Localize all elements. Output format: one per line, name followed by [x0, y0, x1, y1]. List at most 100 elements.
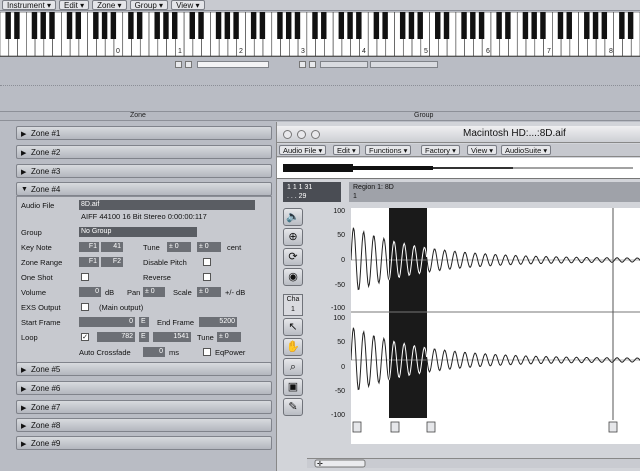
minimize-window-button[interactable]: [297, 130, 306, 139]
start-frame-field[interactable]: 0: [79, 317, 135, 327]
menu-factory[interactable]: Factory ▾: [421, 145, 460, 155]
black-key[interactable]: [136, 12, 143, 39]
zone-marker[interactable]: [185, 61, 192, 68]
black-key[interactable]: [584, 12, 590, 39]
zone-marker[interactable]: [299, 61, 306, 68]
window-titlebar[interactable]: Macintosh HD:...:8D.aif: [277, 126, 640, 143]
black-key[interactable]: [285, 12, 292, 39]
disclosure-triangle-icon[interactable]: ▶: [21, 385, 26, 393]
black-key[interactable]: [172, 12, 178, 39]
zone-header-9[interactable]: ▶ Zone #9: [16, 436, 272, 450]
black-key[interactable]: [31, 12, 38, 39]
end-frame-field[interactable]: 5200: [199, 317, 237, 327]
zone-header-7[interactable]: ▶ Zone #7: [16, 400, 272, 414]
menu-audio-file[interactable]: Audio File ▾: [279, 145, 327, 155]
black-key[interactable]: [154, 12, 160, 39]
menu-zone[interactable]: Zone ▾: [92, 0, 127, 10]
black-key[interactable]: [496, 12, 502, 39]
loop-start-marker-icon[interactable]: [390, 421, 400, 433]
zone-marker[interactable]: [309, 61, 316, 68]
menu-audiosuite[interactable]: AudioSuite ▾: [501, 145, 552, 155]
black-key[interactable]: [93, 12, 99, 39]
zone-range-high-field[interactable]: F2: [101, 257, 123, 267]
black-key[interactable]: [540, 12, 546, 39]
zone-header-3[interactable]: ▶ Zone #3: [16, 164, 272, 178]
tune-field-fine[interactable]: ± 0: [197, 242, 221, 252]
zone-header-1[interactable]: ▶ Zone #1: [16, 126, 272, 140]
end-marker-icon[interactable]: [608, 421, 618, 433]
black-key[interactable]: [40, 12, 46, 39]
black-key[interactable]: [522, 12, 529, 39]
black-key[interactable]: [478, 12, 485, 39]
black-key[interactable]: [399, 12, 406, 39]
pointer-tool-icon[interactable]: ↖: [283, 318, 303, 336]
pencil-tool-icon[interactable]: ✎: [283, 398, 303, 416]
disclosure-triangle-icon[interactable]: ▶: [21, 422, 26, 430]
loop-start-field[interactable]: 782: [97, 332, 135, 342]
black-key[interactable]: [66, 12, 73, 39]
tune-field-coarse[interactable]: ± 0: [167, 242, 191, 252]
black-key[interactable]: [470, 12, 476, 39]
start-marker-icon[interactable]: [352, 421, 362, 433]
black-key[interactable]: [259, 12, 266, 39]
black-key[interactable]: [601, 12, 608, 39]
black-key[interactable]: [163, 12, 169, 39]
zone-range-bar[interactable]: [320, 61, 368, 68]
key-note-number-field[interactable]: 41: [101, 242, 123, 252]
black-key[interactable]: [101, 12, 108, 39]
black-key[interactable]: [619, 12, 625, 39]
black-key[interactable]: [592, 12, 599, 39]
black-key[interactable]: [321, 12, 327, 39]
menu-editor-edit[interactable]: Edit ▾: [333, 145, 360, 155]
black-key[interactable]: [14, 12, 20, 39]
zoom-in-tool-icon[interactable]: ⊕: [283, 228, 303, 246]
black-key[interactable]: [189, 12, 195, 39]
black-key[interactable]: [277, 12, 283, 39]
black-key[interactable]: [75, 12, 82, 39]
hand-tool-icon[interactable]: ✋: [283, 338, 303, 356]
disclosure-triangle-icon[interactable]: ▶: [21, 440, 26, 448]
black-key[interactable]: [49, 12, 55, 39]
zone-header-4[interactable]: ▼ Zone #4: [16, 182, 272, 196]
black-key[interactable]: [557, 12, 564, 39]
key-note-field[interactable]: F1: [79, 242, 99, 252]
black-key[interactable]: [417, 12, 423, 39]
zone-header-6[interactable]: ▶ Zone #6: [16, 381, 272, 395]
magnifier-tool-icon[interactable]: ⌕: [283, 358, 303, 376]
black-key[interactable]: [110, 12, 117, 39]
menu-instrument[interactable]: Instrument ▾: [2, 0, 57, 10]
waveform-display[interactable]: [351, 208, 640, 444]
menu-edit[interactable]: Edit ▾: [59, 0, 90, 10]
black-key[interactable]: [250, 12, 257, 39]
black-key[interactable]: [198, 12, 204, 39]
black-key[interactable]: [435, 12, 441, 39]
black-key[interactable]: [566, 12, 572, 39]
volume-field[interactable]: 0: [79, 287, 101, 297]
one-shot-checkbox[interactable]: [81, 273, 89, 281]
black-key[interactable]: [224, 12, 231, 39]
disclosure-triangle-icon[interactable]: ▶: [21, 130, 26, 138]
disclosure-triangle-icon[interactable]: ▶: [21, 168, 26, 176]
close-window-button[interactable]: [283, 130, 292, 139]
speaker-tool-icon[interactable]: 🔈: [283, 208, 303, 226]
black-key[interactable]: [5, 12, 11, 39]
audio-file-field[interactable]: 8D.aif: [79, 200, 255, 210]
black-key[interactable]: [233, 12, 239, 39]
reverse-checkbox[interactable]: [203, 273, 211, 281]
zone-range-bar[interactable]: [370, 61, 438, 68]
loop-end-field[interactable]: 1541: [153, 332, 191, 342]
crossfade-field[interactable]: 0: [143, 347, 165, 357]
loop-checkbox[interactable]: ✓: [81, 333, 89, 341]
zone-range-low-field[interactable]: F1: [79, 257, 99, 267]
black-key[interactable]: [373, 12, 380, 39]
black-key[interactable]: [356, 12, 362, 39]
black-key[interactable]: [627, 12, 634, 39]
black-key[interactable]: [461, 12, 467, 39]
loop-end-marker-icon[interactable]: [426, 421, 436, 433]
loop-selection[interactable]: [389, 208, 427, 418]
channel-box[interactable]: Cha 1: [283, 294, 303, 316]
pan-field[interactable]: ± 0: [143, 287, 165, 297]
zone-marker[interactable]: [175, 61, 182, 68]
menu-functions[interactable]: Functions ▾: [365, 145, 412, 155]
scrollbar-thumb[interactable]: ✛: [307, 459, 640, 468]
